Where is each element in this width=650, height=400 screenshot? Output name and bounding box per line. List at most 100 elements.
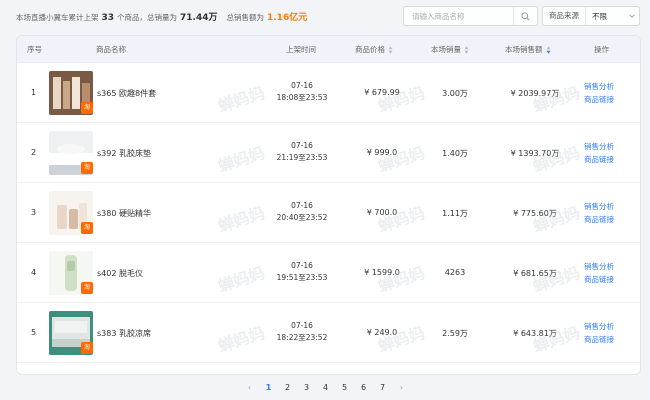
sales-analysis-link[interactable]: 销售分析 bbox=[584, 260, 614, 273]
product-sales: 2.59万 bbox=[442, 329, 468, 338]
listing-time: 07-16 18:08至23:53 bbox=[276, 81, 328, 102]
search-icon bbox=[521, 11, 530, 21]
watermark: 蝉妈妈 bbox=[375, 322, 428, 356]
watermark: 蝉妈妈 bbox=[215, 322, 268, 356]
page-3[interactable]: 3 bbox=[297, 383, 316, 392]
watermark: 蝉妈妈 bbox=[215, 202, 268, 236]
watermark: 蝉妈妈 bbox=[375, 202, 428, 236]
source-filter-label: 商品来源 bbox=[543, 7, 586, 25]
summary-prefix: 本场直播小翼车累计上架 bbox=[16, 12, 99, 22]
page-7[interactable]: 7 bbox=[373, 383, 392, 392]
product-name[interactable]: s402 脱毛仪 bbox=[97, 268, 143, 279]
watermark: 蝉妈妈 bbox=[215, 262, 268, 296]
summary-product-count: 33 bbox=[101, 12, 115, 23]
col-amount-sort[interactable]: 本场销售额 bbox=[505, 36, 551, 63]
watermark: 蝉妈妈 bbox=[375, 82, 428, 116]
taobao-badge: 淘 bbox=[81, 162, 93, 174]
watermark: 蝉妈妈 bbox=[375, 262, 428, 296]
listing-time: 07-16 20:40至23:52 bbox=[276, 201, 328, 222]
product-search bbox=[403, 6, 538, 26]
row-actions: 销售分析 商品链接 bbox=[584, 320, 614, 346]
sales-analysis-link[interactable]: 销售分析 bbox=[584, 80, 614, 93]
col-time: 上架时间 bbox=[286, 45, 316, 54]
pagination: ‹ 1 2 3 4 5 6 7 › bbox=[240, 380, 411, 394]
product-name[interactable]: s392 乳胶床垫 bbox=[97, 148, 151, 159]
product-amount: ¥ 643.81万 bbox=[513, 329, 557, 338]
table-row: 4 淘 s402 脱毛仪 07-16 19:51至23:53 ¥ 1599.0 4… bbox=[17, 244, 640, 303]
product-name[interactable]: s380 硬贴精华 bbox=[97, 208, 151, 219]
summary-mid1: 个商品，总销量为 bbox=[117, 12, 178, 22]
prev-page-button[interactable]: ‹ bbox=[240, 383, 259, 392]
product-price: ¥ 999.0 bbox=[366, 148, 398, 157]
product-table: 序号 商品名称 上架时间 商品价格 本场销量 本场销售额 操作 1 淘 s365… bbox=[16, 35, 641, 375]
col-sales-sort[interactable]: 本场销量 bbox=[431, 36, 469, 63]
search-button[interactable] bbox=[513, 7, 537, 25]
summary-mid2: 总销售额为 bbox=[226, 12, 265, 22]
product-price: ¥ 1599.0 bbox=[364, 268, 400, 277]
row-actions: 销售分析 商品链接 bbox=[584, 140, 614, 166]
product-amount: ¥ 2039.97万 bbox=[510, 89, 560, 98]
listing-time: 07-16 21:19至23:53 bbox=[276, 141, 328, 162]
row-seq: 2 bbox=[31, 148, 37, 157]
sort-icon bbox=[388, 46, 393, 54]
col-amount: 本场销售额 bbox=[505, 45, 543, 54]
sales-analysis-link[interactable]: 销售分析 bbox=[584, 200, 614, 213]
sort-desc-icon bbox=[546, 46, 550, 54]
source-filter[interactable]: 商品来源 不限 bbox=[542, 6, 640, 26]
watermark: 蝉妈妈 bbox=[375, 142, 428, 176]
table-row: 3 淘 s380 硬贴精华 07-16 20:40至23:52 ¥ 700.0 1… bbox=[17, 184, 640, 243]
row-actions: 销售分析 商品链接 bbox=[584, 80, 614, 106]
page-6[interactable]: 6 bbox=[354, 383, 373, 392]
row-actions: 销售分析 商品链接 bbox=[584, 260, 614, 286]
listing-time: 07-16 19:51至23:53 bbox=[276, 261, 328, 282]
product-link[interactable]: 商品链接 bbox=[584, 153, 614, 166]
product-price: ¥ 679.99 bbox=[364, 88, 400, 97]
col-price: 商品价格 bbox=[355, 45, 385, 54]
table-header: 序号 商品名称 上架时间 商品价格 本场销量 本场销售额 操作 bbox=[17, 36, 640, 63]
summary-total-sales: 71.44万 bbox=[180, 12, 218, 23]
product-amount: ¥ 681.65万 bbox=[513, 269, 557, 278]
chevron-down-icon bbox=[625, 12, 639, 20]
product-sales: 1.40万 bbox=[442, 149, 468, 158]
product-name[interactable]: s383 乳胶凉席 bbox=[97, 328, 151, 339]
taobao-badge: 淘 bbox=[81, 102, 93, 114]
table-row: 2 淘 s392 乳胶床垫 07-16 21:19至23:53 ¥ 999.0 1… bbox=[17, 124, 640, 183]
product-price: ¥ 700.0 bbox=[366, 208, 398, 217]
col-sales: 本场销量 bbox=[431, 45, 461, 54]
sales-analysis-link[interactable]: 销售分析 bbox=[584, 140, 614, 153]
page-5[interactable]: 5 bbox=[335, 383, 354, 392]
product-amount: ¥ 775.60万 bbox=[513, 209, 557, 218]
product-amount: ¥ 1393.70万 bbox=[510, 149, 560, 158]
listing-time: 07-16 18:22至23:52 bbox=[276, 321, 328, 342]
watermark: 蝉妈妈 bbox=[215, 142, 268, 176]
taobao-badge: 淘 bbox=[81, 222, 93, 234]
next-page-button[interactable]: › bbox=[392, 383, 411, 392]
row-seq: 4 bbox=[31, 268, 37, 277]
product-link[interactable]: 商品链接 bbox=[584, 273, 614, 286]
sort-icon bbox=[464, 46, 469, 54]
page-4[interactable]: 4 bbox=[316, 383, 335, 392]
product-link[interactable]: 商品链接 bbox=[584, 333, 614, 346]
summary-text: 本场直播小翼车累计上架 33 个商品，总销量为 71.44万 总销售额为 1.16亿元 bbox=[16, 10, 307, 23]
product-link[interactable]: 商品链接 bbox=[584, 213, 614, 226]
search-input[interactable] bbox=[404, 7, 514, 25]
sales-analysis-link[interactable]: 销售分析 bbox=[584, 320, 614, 333]
col-price-sort[interactable]: 商品价格 bbox=[355, 36, 393, 63]
taobao-badge: 淘 bbox=[81, 282, 93, 294]
page-2[interactable]: 2 bbox=[278, 383, 297, 392]
product-price: ¥ 249.0 bbox=[366, 328, 398, 337]
row-seq: 1 bbox=[31, 88, 37, 97]
summary-total-amount: 1.16亿元 bbox=[267, 12, 308, 23]
row-seq: 3 bbox=[31, 208, 37, 217]
col-ops: 操作 bbox=[594, 45, 609, 54]
source-filter-value: 不限 bbox=[592, 11, 607, 21]
col-seq: 序号 bbox=[27, 45, 42, 54]
product-name[interactable]: s365 欧趣8件套 bbox=[97, 88, 156, 99]
product-sales: 3.00万 bbox=[442, 89, 468, 98]
product-sales: 4263 bbox=[444, 268, 466, 277]
table-row: 5 淘 s383 乳胶凉席 07-16 18:22至23:52 ¥ 249.0 2… bbox=[17, 304, 640, 363]
product-link[interactable]: 商品链接 bbox=[584, 93, 614, 106]
watermark: 蝉妈妈 bbox=[215, 82, 268, 116]
page-1[interactable]: 1 bbox=[259, 383, 278, 392]
product-sales: 1.11万 bbox=[442, 209, 468, 218]
